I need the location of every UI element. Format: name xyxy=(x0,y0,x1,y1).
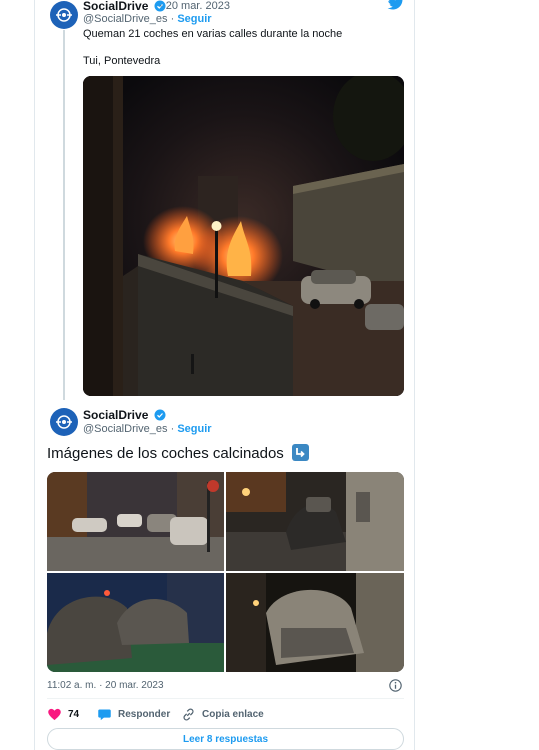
like-count: 74 xyxy=(68,709,80,720)
tweet-text-label: Imágenes de los coches calcinados xyxy=(47,445,284,462)
author-handle[interactable]: @SocialDrive_es xyxy=(83,13,168,25)
avatar[interactable] xyxy=(50,408,78,436)
tweet-text-line2: Tui, Pontevedra xyxy=(83,55,161,67)
author-name[interactable]: SocialDrive xyxy=(83,408,166,422)
copy-link-button[interactable]: Copia enlace xyxy=(181,707,264,722)
reply-button[interactable]: Responder xyxy=(97,707,170,722)
photo-cell-4[interactable] xyxy=(226,573,404,672)
author-handle-row: @SocialDrive_es · Seguir xyxy=(83,423,212,435)
reply-bubble-icon xyxy=(98,709,111,721)
tweet-photo-burning-cars[interactable] xyxy=(83,76,404,396)
verified-badge-icon xyxy=(154,409,166,421)
tweet-date[interactable]: · 20 mar. 2023 xyxy=(159,0,230,12)
tweet-text: Imágenes de los coches calcinados xyxy=(47,444,309,464)
photo-cell-1[interactable] xyxy=(47,472,224,571)
follow-button[interactable]: Seguir xyxy=(177,423,211,435)
thread-connector-line xyxy=(63,30,65,400)
return-arrow-emoji xyxy=(291,444,309,461)
author-name-label: SocialDrive xyxy=(83,408,149,422)
frame-divider-right xyxy=(414,0,415,750)
tweet-timestamp[interactable]: 11:02 a. m. · 20 mar. 2023 xyxy=(47,680,164,691)
tweet-photo-grid xyxy=(47,472,404,672)
author-handle[interactable]: @SocialDrive_es xyxy=(83,423,168,435)
read-replies-button[interactable]: Leer 8 respuestas xyxy=(47,728,404,750)
photo-cell-3[interactable] xyxy=(47,573,224,672)
like-button[interactable]: 74 xyxy=(47,707,79,722)
divider xyxy=(47,698,404,699)
link-icon xyxy=(183,708,194,721)
tweet-text-line1: Queman 21 coches en varias calles durant… xyxy=(83,28,343,40)
follow-button[interactable]: Seguir xyxy=(177,13,211,25)
avatar[interactable] xyxy=(50,1,78,29)
author-handle-row: @SocialDrive_es · Seguir xyxy=(83,13,212,25)
reply-label: Responder xyxy=(118,709,171,720)
tweet-date-label: 20 mar. 2023 xyxy=(165,0,230,12)
socialdrive-logo-icon xyxy=(56,415,72,429)
fire-night-photo xyxy=(83,76,404,396)
copy-link-label: Copia enlace xyxy=(202,709,264,720)
heart-icon xyxy=(48,708,61,721)
author-name[interactable]: SocialDrive xyxy=(83,0,166,13)
author-name-label: SocialDrive xyxy=(83,0,149,13)
socialdrive-logo-icon xyxy=(56,8,72,22)
photo-cell-2[interactable] xyxy=(226,472,404,571)
info-icon[interactable] xyxy=(389,679,402,692)
tweet-embed-card: SocialDrive · 20 mar. 2023 @SocialDrive_… xyxy=(35,0,414,750)
twitter-bird-icon[interactable] xyxy=(387,0,405,11)
